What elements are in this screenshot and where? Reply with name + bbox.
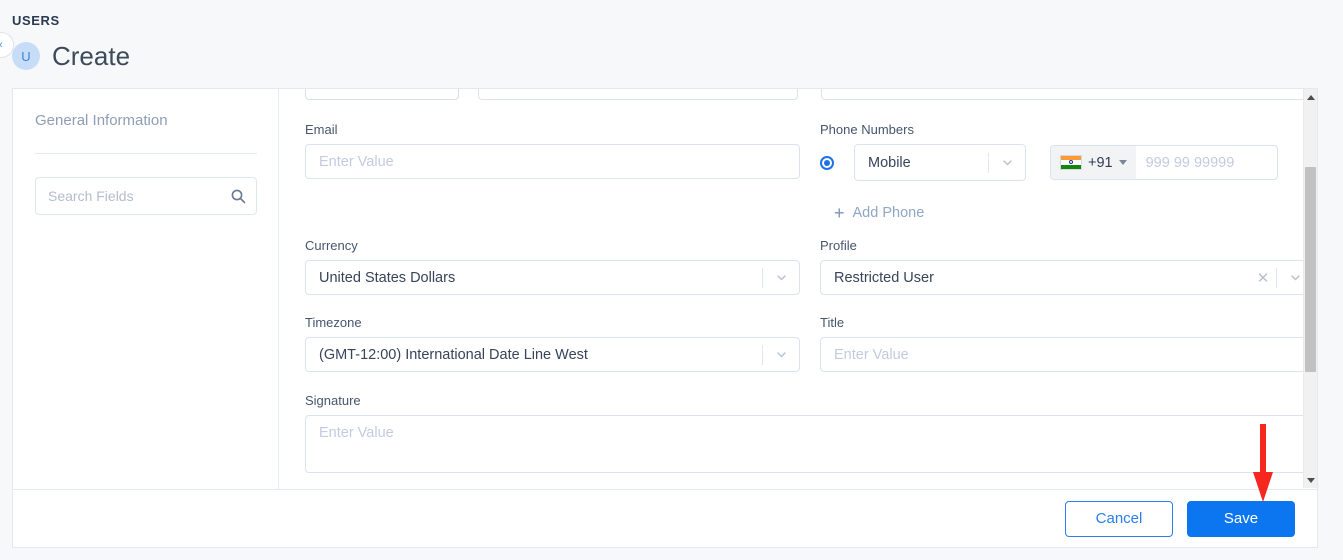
- cutoff-field-1[interactable]: [305, 88, 459, 100]
- title-placeholder: Enter Value: [821, 347, 909, 363]
- timezone-select[interactable]: (GMT-12:00) International Date Line West: [305, 337, 800, 372]
- timezone-value: (GMT-12:00) International Date Line West: [306, 347, 588, 363]
- sidebar-divider: [35, 153, 257, 154]
- currency-select[interactable]: United States Dollars: [305, 260, 800, 295]
- radio-dot: [824, 160, 830, 166]
- country-code-value: +91: [1088, 155, 1113, 171]
- caret-up-icon[interactable]: [1304, 90, 1317, 104]
- page-title: Create: [52, 43, 130, 69]
- field-timezone: Timezone (GMT-12:00) International Date …: [305, 315, 800, 372]
- email-placeholder: Enter Value: [306, 154, 394, 170]
- create-user-card: General Information Email Enter Value: [12, 88, 1318, 548]
- signature-placeholder: Enter Value: [319, 425, 394, 441]
- plus-icon: +: [834, 204, 845, 222]
- field-profile: Profile Restricted User ✕: [820, 238, 1314, 295]
- chevron-down-icon[interactable]: [763, 271, 799, 284]
- field-label-signature: Signature: [305, 393, 1314, 408]
- breadcrumb[interactable]: USERS: [12, 13, 60, 28]
- add-phone-button[interactable]: + Add Phone: [834, 204, 924, 222]
- chevron-left-icon: ‹: [0, 40, 3, 51]
- profile-value: Restricted User: [821, 270, 934, 286]
- field-label-timezone: Timezone: [305, 315, 800, 330]
- field-signature: Signature Enter Value: [305, 393, 1314, 473]
- close-icon[interactable]: ✕: [1250, 269, 1276, 287]
- profile-select[interactable]: Restricted User ✕: [820, 260, 1314, 295]
- phone-number-input[interactable]: +91 999 99 99999: [1050, 145, 1278, 180]
- signature-textarea[interactable]: Enter Value: [305, 415, 1314, 473]
- field-email: Email Enter Value: [305, 122, 800, 179]
- field-label-title: Title: [820, 315, 1314, 330]
- cutoff-field-3[interactable]: [821, 88, 1313, 100]
- sidebar-section-title: General Information: [35, 112, 168, 129]
- field-title: Title Enter Value: [820, 315, 1314, 372]
- chevron-down-icon[interactable]: [763, 348, 799, 361]
- phone-number-placeholder: 999 99 99999: [1136, 155, 1235, 171]
- scrollbar-thumb[interactable]: [1305, 167, 1316, 372]
- page-header: ‹ USERS U Create: [0, 0, 1343, 88]
- search-input[interactable]: [36, 178, 224, 214]
- field-label-currency: Currency: [305, 238, 800, 253]
- add-phone-label: Add Phone: [853, 205, 925, 221]
- field-label-profile: Profile: [820, 238, 1314, 253]
- phone-primary-radio[interactable]: [820, 156, 834, 170]
- search-fields-box[interactable]: [35, 177, 257, 215]
- form-footer: Cancel Save: [13, 490, 1317, 547]
- email-input[interactable]: Enter Value: [305, 144, 800, 179]
- field-label-email: Email: [305, 122, 800, 137]
- field-currency: Currency United States Dollars: [305, 238, 800, 295]
- page-title-row: U Create: [12, 42, 130, 70]
- field-label-phone-numbers: Phone Numbers: [820, 122, 1280, 137]
- field-phone-numbers: Phone Numbers Mobile: [820, 122, 1280, 181]
- caret-down-icon[interactable]: [1304, 473, 1317, 487]
- chevron-down-icon[interactable]: [989, 156, 1025, 169]
- cancel-button[interactable]: Cancel: [1065, 501, 1173, 537]
- avatar: U: [12, 42, 40, 70]
- search-icon[interactable]: [224, 188, 252, 204]
- form-sidebar: General Information: [13, 89, 279, 489]
- cutoff-field-2[interactable]: [478, 88, 798, 100]
- save-button[interactable]: Save: [1187, 501, 1295, 537]
- phone-type-select[interactable]: Mobile: [854, 144, 1026, 181]
- country-code-selector[interactable]: +91: [1051, 146, 1136, 179]
- vertical-scrollbar[interactable]: [1303, 89, 1317, 488]
- currency-value: United States Dollars: [306, 270, 455, 286]
- chevron-down-icon: [1119, 160, 1127, 165]
- title-input[interactable]: Enter Value: [820, 337, 1314, 372]
- india-flag-icon: [1060, 155, 1082, 170]
- phone-type-value: Mobile: [855, 155, 911, 171]
- form-fields-area: Email Enter Value Phone Numbers Mobile: [279, 89, 1305, 489]
